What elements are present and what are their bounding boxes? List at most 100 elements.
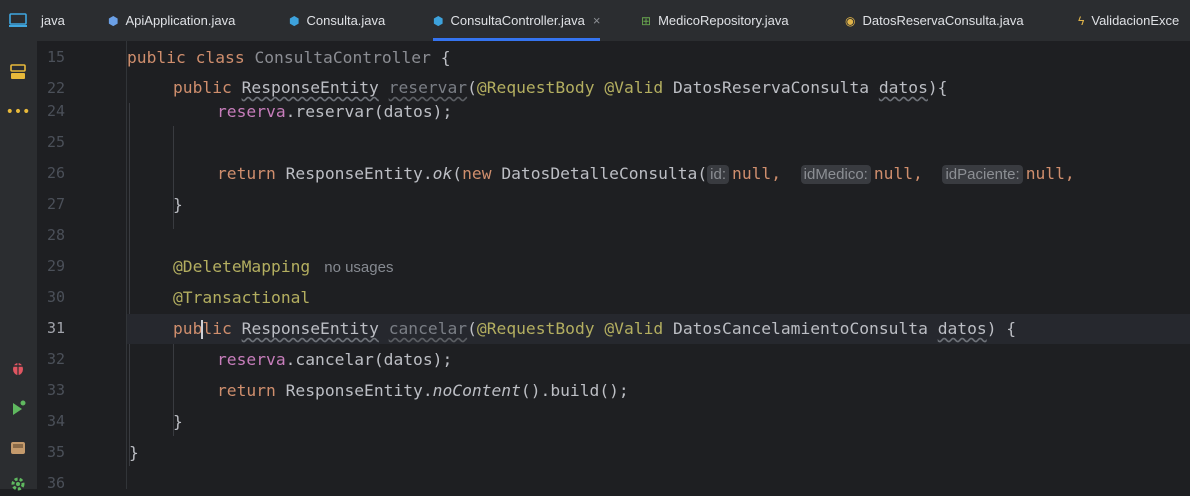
line-number: 28: [46, 226, 65, 244]
type-name: ResponseEntity: [241, 78, 379, 97]
project-view-icon[interactable]: [6, 8, 30, 32]
tab-medico-repository[interactable]: ⊞ MedicoRepository.java: [641, 0, 789, 41]
line-number: 25: [46, 133, 65, 151]
keyword: public: [173, 78, 242, 97]
field-reference: reserva: [217, 102, 286, 121]
parameter: datos: [878, 78, 928, 97]
close-tab-icon[interactable]: ×: [593, 13, 601, 28]
parameter-hint: idPaciente:: [942, 165, 1023, 184]
code-editor[interactable]: public class ConsultaController { public…: [127, 41, 1190, 489]
tab-consulta-controller[interactable]: ⬢ ConsultaController.java ×: [433, 0, 601, 41]
annotation: @RequestBody: [476, 78, 595, 97]
code-line-26[interactable]: return ResponseEntity.ok(new DatosDetall…: [127, 159, 1190, 189]
constructor-call: DatosDetalleConsulta(: [501, 164, 708, 183]
null-literal: null,: [1025, 164, 1075, 183]
keyword: public class: [127, 48, 255, 67]
repository-icon: ⊞: [641, 13, 652, 28]
tab-label: ConsultaController.java: [450, 13, 585, 28]
exception-icon: ϟ: [1078, 13, 1085, 28]
current-line-number: 31: [46, 319, 65, 337]
line-number: 35: [46, 443, 65, 461]
line-number-gutter[interactable]: 15 22 24 25 26 27 28 29 30 31 32 33 34 3…: [37, 41, 126, 492]
activity-bar: •••: [0, 0, 38, 491]
keyword: new: [462, 164, 502, 183]
type-name: DatosReservaConsulta: [673, 78, 870, 97]
method-name: reservar: [388, 78, 468, 97]
keyword: return: [217, 164, 286, 183]
field-reference: reserva: [217, 350, 286, 369]
code-text: ().build();: [520, 381, 629, 400]
punctuation: {: [430, 48, 451, 67]
code-line-30[interactable]: @Transactional: [127, 283, 1190, 313]
tab-datos-reserva-consulta[interactable]: ◉ DatosReservaConsulta.java: [845, 0, 1024, 41]
line-number: 24: [46, 102, 65, 120]
punctuation: ) {: [986, 319, 1017, 338]
keyword: return: [217, 381, 286, 400]
type-name: ResponseEntity: [241, 319, 379, 338]
tab-label: ValidacionExce: [1091, 13, 1180, 28]
method-name: cancelar: [388, 319, 468, 338]
punctuation: }: [129, 443, 139, 462]
keyword: pub: [173, 319, 203, 338]
punctuation: ){: [927, 78, 948, 97]
terminal-icon[interactable]: [6, 436, 30, 460]
code-line-33[interactable]: return ResponseEntity.noContent().build(…: [127, 376, 1190, 406]
structure-icon[interactable]: [6, 60, 30, 84]
code-line-24[interactable]: reserva.reservar(datos);: [127, 97, 1190, 127]
run-icon[interactable]: [6, 396, 30, 420]
line-number: 32: [46, 350, 65, 368]
editor-tab-bar: java ⬢ ApiApplication.java ⬢ Consulta.ja…: [37, 0, 1190, 42]
annotation: @Valid: [604, 319, 664, 338]
line-number: 36: [46, 474, 65, 492]
class-icon: ⬢: [289, 13, 300, 28]
tab-api-application[interactable]: ⬢ ApiApplication.java: [108, 0, 235, 41]
code-line-31[interactable]: public ResponseEntity cancelar(@RequestB…: [127, 314, 1190, 344]
tab-label: MedicoRepository.java: [658, 13, 789, 28]
record-icon: ◉: [845, 13, 856, 28]
usages-hint[interactable]: no usages: [324, 259, 393, 276]
code-line-32[interactable]: reserva.cancelar(datos);: [127, 345, 1190, 375]
tab-label: Consulta.java: [306, 13, 386, 28]
tab-label: ApiApplication.java: [125, 13, 236, 28]
class-name: ConsultaController: [254, 48, 431, 67]
line-number: 22: [46, 79, 65, 97]
debug-icon[interactable]: [6, 356, 30, 380]
code-line-27[interactable]: }: [127, 190, 1190, 220]
line-number: 26: [46, 164, 65, 182]
code-line-15[interactable]: public class ConsultaController {: [127, 43, 1190, 73]
tab-label: java: [41, 13, 65, 28]
spring-app-icon: ⬢: [108, 13, 119, 28]
tab-consulta[interactable]: ⬢ Consulta.java: [289, 0, 385, 41]
settings-icon[interactable]: [6, 472, 30, 496]
code-line-35[interactable]: }: [127, 438, 1190, 468]
code-line-34[interactable]: }: [127, 407, 1190, 437]
annotation: @DeleteMapping: [173, 257, 311, 276]
punctuation: (: [467, 319, 477, 338]
tab-java[interactable]: java: [41, 0, 65, 41]
punctuation: (: [452, 164, 463, 183]
line-number: 34: [46, 412, 65, 430]
parameter-hint: id:: [707, 165, 730, 184]
class-name: ResponseEntity.: [285, 381, 433, 400]
static-call: ok: [432, 164, 453, 183]
punctuation: (: [467, 78, 477, 97]
annotation: @Valid: [604, 78, 664, 97]
static-call: noContent: [432, 381, 521, 400]
more-tools-icon[interactable]: •••: [6, 100, 31, 124]
type-name: DatosCancelamientoConsulta: [673, 319, 928, 338]
null-literal: null,: [732, 164, 782, 183]
line-number: 30: [46, 288, 65, 306]
parameter: datos: [937, 319, 987, 338]
code-text: .cancelar(datos);: [285, 350, 453, 369]
line-number: 27: [46, 195, 65, 213]
line-number: 33: [46, 381, 65, 399]
parameter-hint: idMedico:: [800, 165, 871, 184]
code-text: .reservar(datos);: [285, 102, 453, 121]
tab-validacion-exception[interactable]: ϟ ValidacionExce: [1078, 0, 1179, 41]
null-literal: null,: [873, 164, 923, 183]
punctuation: }: [173, 412, 183, 431]
line-number: 29: [46, 257, 65, 275]
keyword: lic: [202, 319, 242, 338]
code-line-29[interactable]: @DeleteMapping no usages: [127, 252, 1190, 282]
class-icon: ⬢: [433, 13, 444, 28]
